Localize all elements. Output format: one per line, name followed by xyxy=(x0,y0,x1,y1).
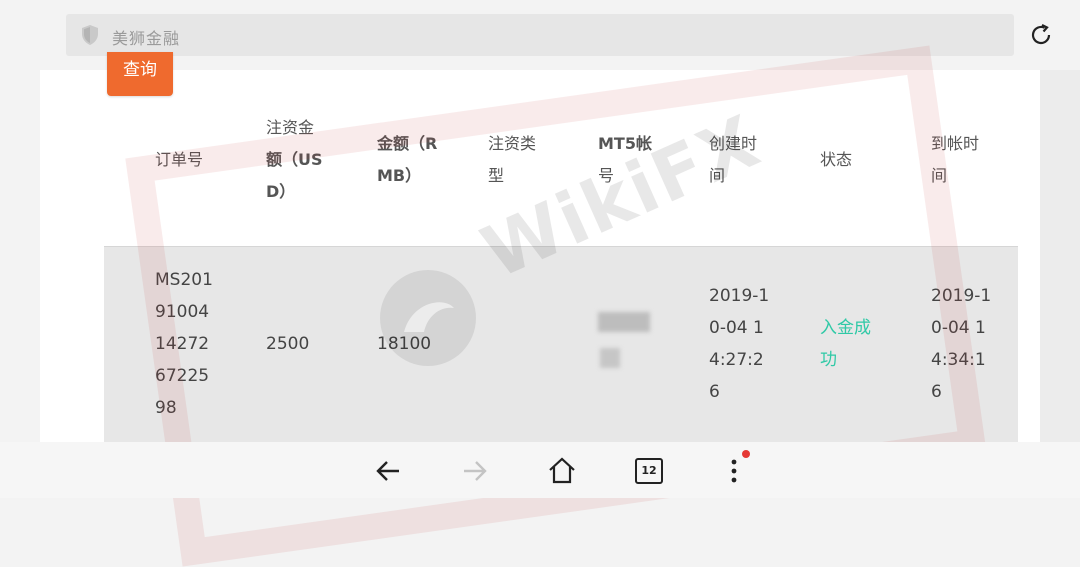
cell-arrival-time: 2019-1 0-04 1 4:34:1 6 xyxy=(931,286,992,402)
header-status: 状态 xyxy=(820,150,853,169)
header-amount-usd: 注资金 额（US D） xyxy=(266,118,323,201)
notification-dot xyxy=(742,450,750,458)
shield-icon xyxy=(82,25,98,45)
redacted-account xyxy=(598,312,650,332)
header-amount-rmb: 金额（R MB） xyxy=(377,134,438,185)
header-created-time: 创建时 间 xyxy=(709,134,758,185)
header-arrival-time: 到帐时 间 xyxy=(931,134,980,185)
back-icon[interactable] xyxy=(371,454,405,488)
bottom-navigation: 12 xyxy=(0,442,1080,498)
forward-icon[interactable] xyxy=(458,454,492,488)
cell-status: 入金成 功 xyxy=(820,318,871,370)
cell-amount-rmb: 18100 xyxy=(377,334,432,354)
tabs-icon[interactable]: 12 xyxy=(635,458,663,484)
scroll-gutter xyxy=(1040,70,1080,442)
cell-order-no: MS201 91004 14272 67225 98 xyxy=(155,270,213,418)
header-order-no: 订单号 xyxy=(155,150,204,169)
cell-created-time: 2019-1 0-04 1 4:27:2 6 xyxy=(709,286,770,402)
home-icon[interactable] xyxy=(545,454,579,488)
query-button[interactable]: 查询 xyxy=(107,52,173,96)
cell-amount-usd: 2500 xyxy=(266,334,310,354)
address-bar[interactable]: 美狮金融 xyxy=(66,14,1014,56)
table-row[interactable] xyxy=(104,247,1018,442)
header-mt5-account: MT5帐 号 xyxy=(598,134,652,185)
reload-icon[interactable] xyxy=(1026,20,1056,50)
address-text: 美狮金融 xyxy=(112,29,181,48)
menu-icon[interactable] xyxy=(717,454,751,488)
redacted-account-2 xyxy=(600,348,620,368)
header-deposit-type: 注资类 型 xyxy=(488,134,537,185)
